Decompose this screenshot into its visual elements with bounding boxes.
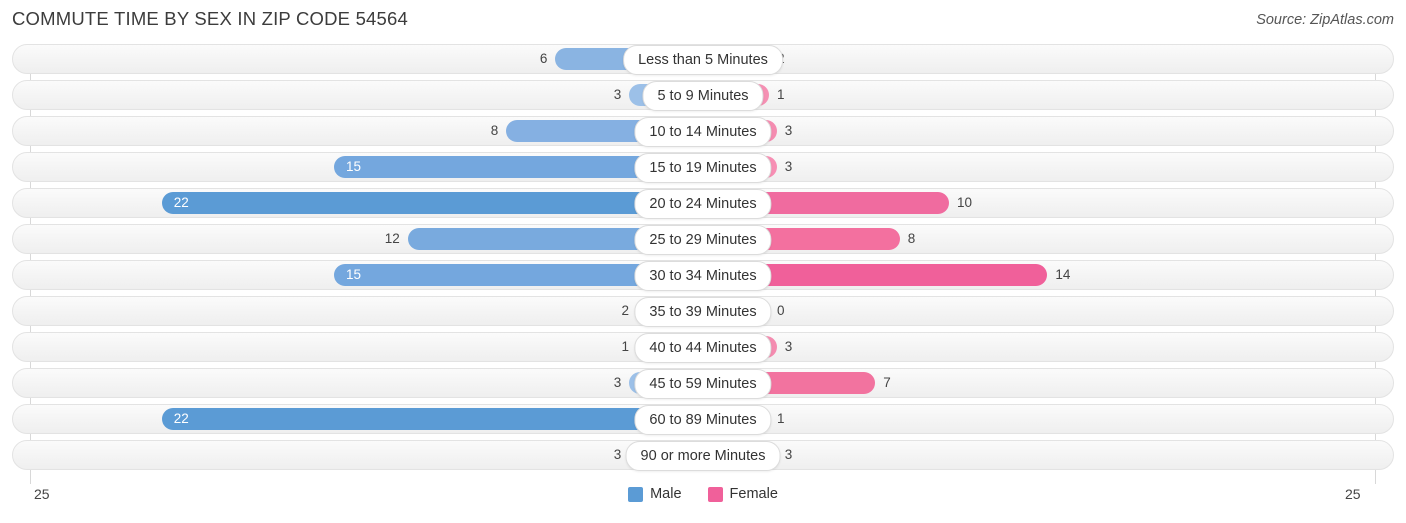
male-value-label: 1 (621, 339, 629, 354)
table-row: 22 10 20 to 24 Minutes (0, 188, 1406, 219)
legend-swatch-icon (707, 486, 723, 502)
table-row: 62Less than 5 Minutes (0, 44, 1406, 75)
legend-label: Male (650, 486, 682, 502)
category-label: 90 or more Minutes (625, 441, 781, 471)
table-row: 8 3 10 to 14 Minutes (0, 116, 1406, 147)
female-value-label: 8 (907, 231, 916, 246)
chart-legend: Male Female (0, 486, 1406, 502)
male-value-label: 22 (173, 411, 189, 426)
male-value-label: 15 (346, 159, 362, 174)
legend-item-male[interactable]: Male (628, 486, 682, 502)
table-row: 12 8 25 to 29 Minutes (0, 224, 1406, 255)
table-row: 15 14 30 to 34 Minutes (0, 260, 1406, 291)
female-value-label: 0 (777, 303, 785, 318)
table-row: 2 0 35 to 39 Minutes (0, 296, 1406, 327)
legend-swatch-icon (628, 486, 644, 502)
female-value-label: 10 (957, 195, 973, 210)
table-row: 3 7 45 to 59 Minutes (0, 368, 1406, 399)
bar-rows: 62Less than 5 Minutes315 to 9 Minutes831… (0, 44, 1406, 476)
category-label: 5 to 9 Minutes (642, 81, 764, 111)
female-value-label: 3 (784, 159, 793, 174)
category-label: Less than 5 Minutes (623, 45, 783, 75)
category-label: 15 to 19 Minutes (634, 153, 772, 183)
male-bar[interactable] (161, 408, 703, 430)
chart-plot-area: 62Less than 5 Minutes315 to 9 Minutes831… (0, 44, 1406, 484)
male-value-label: 6 (539, 51, 548, 66)
table-row: 22 1 60 to 89 Minutes (0, 404, 1406, 435)
female-value-label: 3 (784, 123, 793, 138)
category-label: 25 to 29 Minutes (634, 225, 772, 255)
source-attribution: Source: ZipAtlas.com (1256, 12, 1394, 28)
male-value-label: 2 (621, 303, 629, 318)
female-value-label: 1 (777, 87, 785, 102)
legend-label: Female (729, 486, 778, 502)
page-title: COMMUTE TIME BY SEX IN ZIP CODE 54564 (12, 8, 409, 29)
category-label: 40 to 44 Minutes (634, 333, 772, 363)
male-value-label: 8 (490, 123, 499, 138)
category-label: 45 to 59 Minutes (634, 369, 772, 399)
category-label: 30 to 34 Minutes (634, 261, 772, 291)
male-value-label: 22 (173, 195, 189, 210)
male-value-label: 3 (613, 87, 622, 102)
table-row: 1 3 40 to 44 Minutes (0, 332, 1406, 363)
female-value-label: 3 (784, 447, 793, 462)
female-value-label: 7 (883, 375, 891, 390)
category-label: 10 to 14 Minutes (634, 117, 772, 147)
chart-header: COMMUTE TIME BY SEX IN ZIP CODE 54564 So… (0, 0, 1406, 40)
female-value-label: 3 (784, 339, 793, 354)
category-label: 60 to 89 Minutes (634, 405, 772, 435)
male-bar[interactable] (161, 192, 703, 214)
chart-footer: 25 25 Male Female (0, 484, 1406, 522)
female-value-label: 14 (1055, 267, 1071, 282)
table-row: 3 3 90 or more Minutes (0, 440, 1406, 471)
male-value-label: 3 (613, 447, 622, 462)
male-value-label: 3 (613, 375, 622, 390)
table-row: 3 1 5 to 9 Minutes (0, 80, 1406, 111)
table-row: 15 3 15 to 19 Minutes (0, 152, 1406, 183)
category-label: 35 to 39 Minutes (634, 297, 772, 327)
legend-item-female[interactable]: Female (707, 486, 778, 502)
female-value-label: 1 (777, 411, 785, 426)
male-value-label: 12 (384, 231, 400, 246)
category-label: 20 to 24 Minutes (634, 189, 772, 219)
male-value-label: 15 (346, 267, 362, 282)
